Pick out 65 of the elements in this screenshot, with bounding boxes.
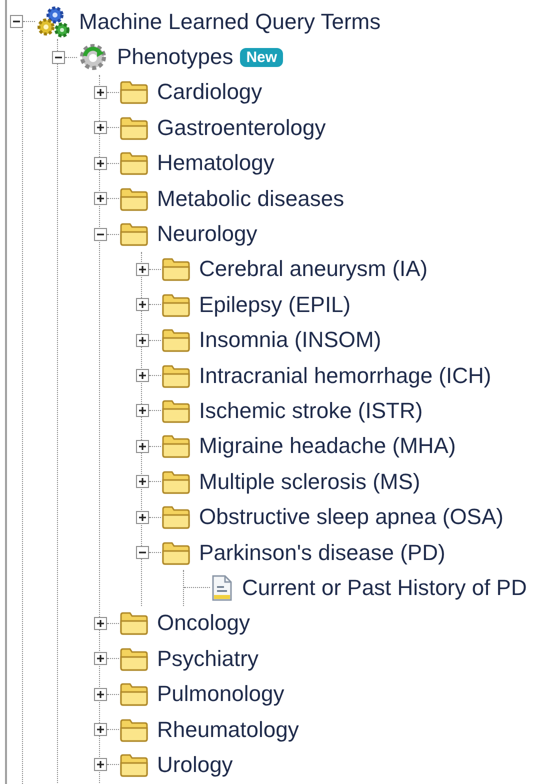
expand-toggle[interactable]: [136, 510, 149, 524]
expand-toggle[interactable]: [94, 156, 107, 170]
folder-icon: [161, 505, 191, 530]
tree-item-label[interactable]: Neurology: [157, 223, 258, 246]
tree-item-label[interactable]: Parkinson's disease (PD): [199, 542, 446, 564]
tree-item-label[interactable]: Gastroenterology: [157, 116, 326, 139]
expand-toggle[interactable]: [94, 616, 107, 630]
folder-icon: [161, 470, 191, 494]
expand-toggle[interactable]: [136, 475, 149, 488]
folder-icon: [119, 646, 149, 671]
folder-icon: [119, 116, 149, 140]
tree-item-label[interactable]: Oncology: [157, 612, 250, 634]
tree-item-label[interactable]: Insomnia (INSOM): [199, 329, 382, 352]
expand-toggle[interactable]: [136, 334, 149, 347]
expand-toggle[interactable]: [136, 440, 149, 453]
folder-icon: [161, 398, 191, 423]
tree-item-label[interactable]: Phenotypes: [117, 46, 234, 68]
expand-toggle[interactable]: [94, 192, 107, 206]
expand-toggle[interactable]: [94, 652, 107, 666]
tree-item-label[interactable]: Metabolic diseases: [157, 188, 344, 210]
tree-item-label[interactable]: Cardiology: [157, 81, 262, 104]
tree-item-label[interactable]: Ischemic stroke (ISTR): [199, 400, 423, 422]
folder-icon: [119, 80, 149, 104]
collapse-toggle[interactable]: [10, 15, 23, 28]
collapse-toggle[interactable]: [94, 228, 107, 241]
folder-icon: [161, 292, 191, 317]
folder-icon: [119, 222, 149, 246]
expand-toggle[interactable]: [94, 86, 107, 99]
tree-item-label[interactable]: Cerebral aneurysm (IA): [199, 258, 428, 280]
tree-item-label[interactable]: Machine Learned Query Terms: [79, 10, 381, 33]
folder-icon: [119, 718, 149, 742]
folder-icon: [161, 364, 191, 388]
folder-icon: [161, 540, 191, 565]
folder-icon: [161, 328, 191, 352]
document-icon: [210, 574, 234, 602]
tree-item-label[interactable]: Migraine headache (MHA): [199, 435, 456, 458]
expand-toggle[interactable]: [94, 688, 107, 701]
expand-toggle[interactable]: [136, 298, 149, 312]
folder-icon: [119, 752, 149, 777]
tree-item-label[interactable]: Current or Past History of PD: [242, 576, 527, 599]
new-badge: New: [240, 48, 284, 67]
folder-icon: [119, 611, 149, 636]
tree-item-label[interactable]: Obstructive sleep apnea (OSA): [199, 506, 504, 528]
folder-icon: [119, 186, 149, 211]
expand-toggle[interactable]: [94, 723, 107, 736]
expand-toggle[interactable]: [136, 369, 149, 382]
expand-toggle[interactable]: [136, 262, 149, 276]
folder-icon: [161, 257, 191, 282]
expand-toggle[interactable]: [94, 121, 107, 134]
expand-toggle[interactable]: [136, 404, 149, 418]
tree-item-label[interactable]: Epilepsy (EPIL): [199, 294, 351, 316]
collapse-toggle[interactable]: [52, 50, 65, 64]
folder-icon: [119, 682, 149, 706]
expand-toggle[interactable]: [94, 758, 107, 772]
tree-item-label[interactable]: Rheumatology: [157, 718, 299, 740]
gears-icon: [35, 4, 71, 39]
tree-item-label[interactable]: Urology: [157, 754, 233, 776]
folder-icon: [119, 151, 149, 176]
tree-item-label[interactable]: Multiple sclerosis (MS): [199, 470, 420, 493]
tree-item-label[interactable]: Intracranial hemorrhage (ICH): [199, 364, 492, 387]
folder-icon: [161, 434, 191, 458]
collapse-toggle[interactable]: [136, 546, 149, 560]
tree-item-label[interactable]: Psychiatry: [157, 648, 258, 670]
tree-item-label[interactable]: Hematology: [157, 152, 274, 174]
tree-item-label[interactable]: Pulmonology: [157, 683, 284, 706]
